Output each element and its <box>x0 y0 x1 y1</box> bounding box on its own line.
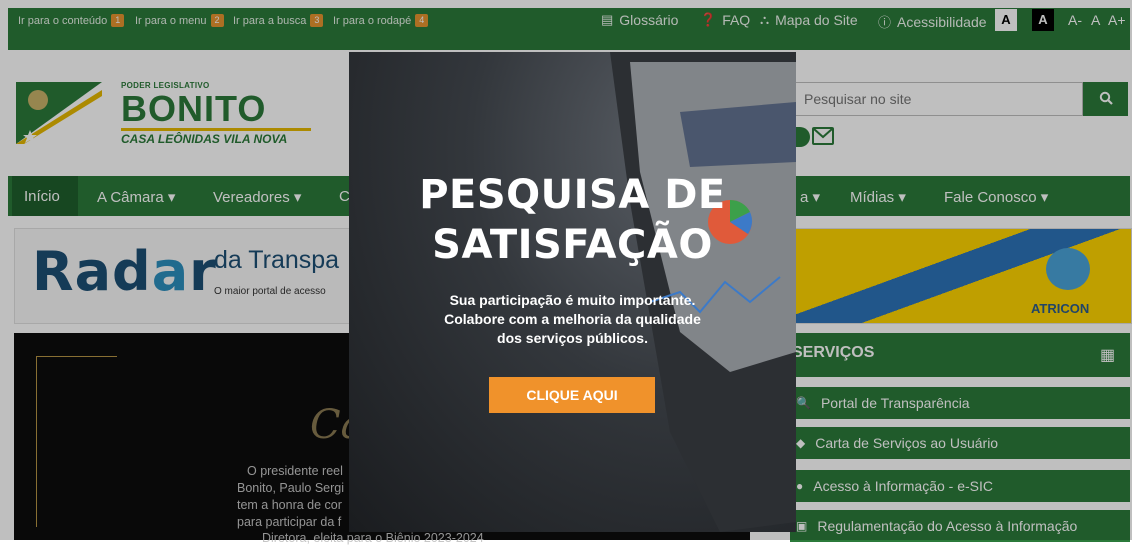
modal-title: PESQUISA DE SATISFAÇÃO <box>419 172 726 268</box>
survey-cta-button[interactable]: CLIQUE AQUI <box>489 377 655 413</box>
modal-description: Sua participação é muito importante. Col… <box>444 292 701 346</box>
